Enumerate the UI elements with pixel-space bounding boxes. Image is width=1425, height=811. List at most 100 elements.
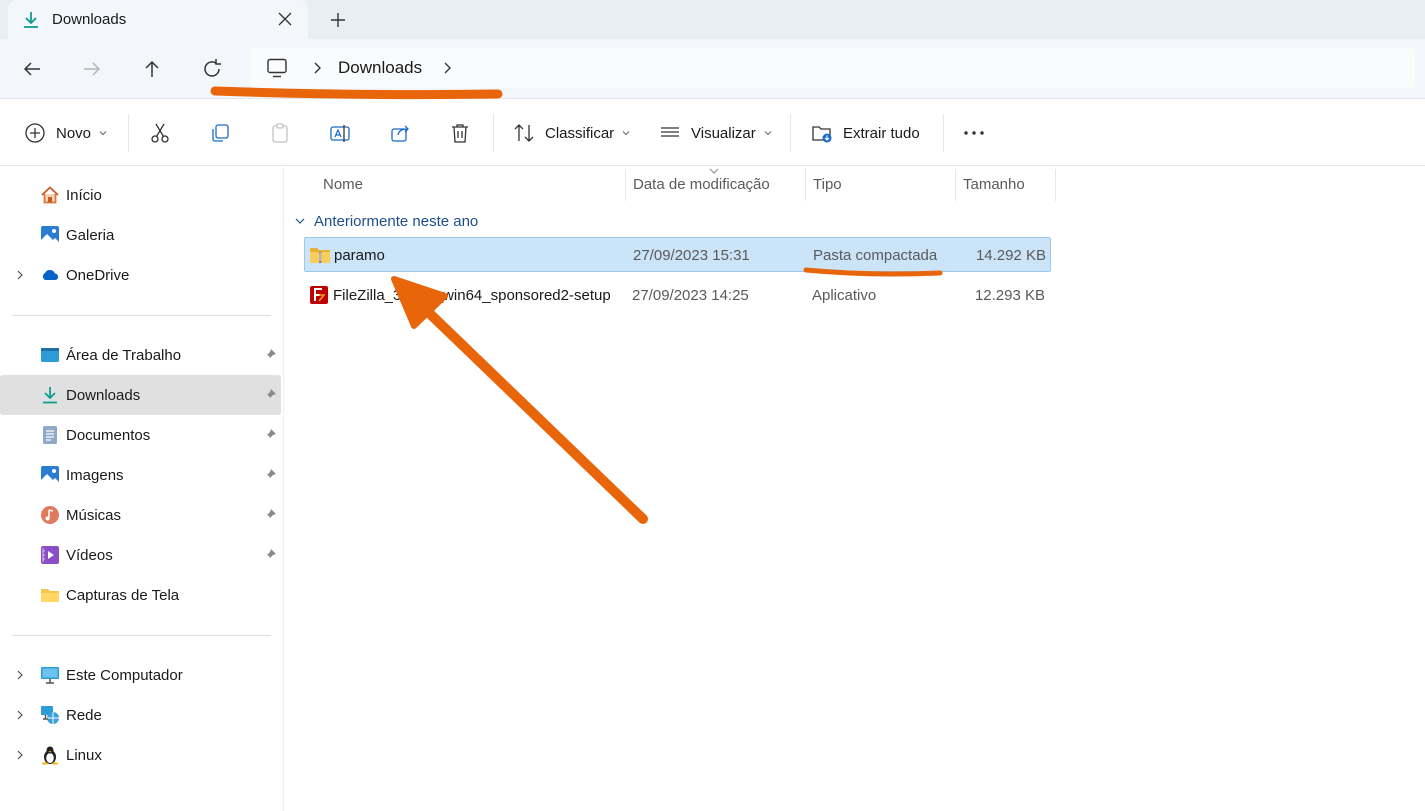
- pin-icon[interactable]: [263, 388, 277, 402]
- sidebar-item-label: Downloads: [66, 386, 141, 404]
- column-separator[interactable]: [1055, 169, 1056, 201]
- file-row[interactable]: paramo 27/09/2023 15:31 Pasta compactada…: [304, 237, 1051, 272]
- toolbar-divider: [128, 114, 129, 152]
- new-button[interactable]: Novo: [24, 121, 107, 145]
- videos-icon: [41, 546, 59, 564]
- plus-circle-icon: [25, 123, 45, 143]
- column-header-size[interactable]: Tamanho: [963, 167, 1025, 201]
- sidebar-divider: [12, 315, 271, 316]
- chevron-right-icon[interactable]: [310, 61, 324, 75]
- cut-button[interactable]: [149, 121, 171, 145]
- sidebar-item-network[interactable]: Rede: [0, 695, 281, 735]
- file-type: Pasta compactada: [813, 247, 938, 264]
- pin-icon[interactable]: [263, 348, 277, 362]
- sidebar-item-label: Galeria: [66, 226, 115, 244]
- desktop-icon: [41, 348, 59, 362]
- computer-icon: [41, 667, 59, 684]
- new-tab-icon[interactable]: [328, 10, 348, 30]
- file-modified: 27/09/2023 14:25: [632, 287, 749, 304]
- view-label: Visualizar: [691, 124, 756, 142]
- sort-button[interactable]: Classificar: [513, 121, 630, 145]
- zip-folder-icon: [310, 248, 330, 263]
- more-button[interactable]: [963, 121, 985, 145]
- share-button[interactable]: [389, 121, 411, 145]
- sidebar-item-screenshots[interactable]: Capturas de Tela: [0, 575, 281, 615]
- sidebar-item-desktop[interactable]: Área de Trabalho: [0, 335, 281, 375]
- toolbar-divider: [790, 114, 791, 152]
- view-list-icon: [661, 127, 679, 137]
- pin-icon[interactable]: [263, 548, 277, 562]
- file-type: Aplicativo: [812, 287, 877, 304]
- home-icon: [41, 186, 59, 204]
- tab-downloads[interactable]: Downloads: [8, 0, 308, 39]
- rename-icon: [330, 125, 350, 142]
- file-list: Nome Data de modificação Tipo Tamanho An…: [284, 167, 1425, 811]
- back-icon[interactable]: [20, 57, 44, 81]
- toolbar-divider: [943, 114, 944, 152]
- close-icon[interactable]: [276, 10, 294, 28]
- view-button[interactable]: Visualizar: [659, 121, 772, 145]
- sidebar-item-label: Capturas de Tela: [66, 586, 180, 604]
- pin-icon[interactable]: [263, 508, 277, 522]
- tab-bar: Downloads: [0, 0, 1425, 39]
- documents-icon: [43, 426, 57, 444]
- address-row: Downloads: [0, 39, 1425, 99]
- sidebar-item-documents[interactable]: Documentos: [0, 415, 281, 455]
- chevron-right-icon[interactable]: [440, 61, 454, 75]
- pin-icon[interactable]: [263, 428, 277, 442]
- downloads-icon: [43, 387, 57, 404]
- sidebar-item-label: Área de Trabalho: [66, 346, 182, 364]
- sidebar-item-onedrive[interactable]: OneDrive: [0, 255, 281, 295]
- column-header-type[interactable]: Tipo: [813, 167, 842, 201]
- chevron-right-icon[interactable]: [14, 669, 26, 681]
- file-name: paramo: [334, 247, 385, 264]
- gallery-icon: [41, 226, 59, 244]
- pictures-icon: [41, 466, 59, 484]
- sidebar-item-linux[interactable]: Linux: [0, 735, 281, 775]
- sidebar-item-this-pc[interactable]: Este Computador: [0, 655, 281, 695]
- column-header-modified[interactable]: Data de modificação: [633, 167, 770, 201]
- sidebar-item-label: OneDrive: [66, 266, 130, 284]
- music-icon: [41, 506, 59, 524]
- sidebar-item-downloads[interactable]: Downloads: [0, 375, 281, 415]
- paste-icon: [272, 123, 288, 143]
- sidebar-divider: [12, 635, 271, 636]
- column-header-name[interactable]: Nome: [323, 167, 363, 201]
- sidebar-item-gallery[interactable]: Galeria: [0, 215, 281, 255]
- extract-all-button[interactable]: Extrair tudo: [811, 121, 920, 145]
- sidebar-item-pictures[interactable]: Imagens: [0, 455, 281, 495]
- up-icon[interactable]: [140, 57, 164, 81]
- sidebar-item-home[interactable]: Início: [0, 175, 281, 215]
- sidebar-item-music[interactable]: Músicas: [0, 495, 281, 535]
- file-row[interactable]: FileZilla_3.65.1_win64_sponsored2-setup …: [304, 278, 1051, 313]
- group-header[interactable]: Anteriormente neste ano: [294, 211, 478, 231]
- forward-icon[interactable]: [80, 57, 104, 81]
- column-separator[interactable]: [625, 169, 626, 201]
- navigation-pane: Início Galeria OneDrive Área de Trabalho…: [0, 167, 284, 811]
- chevron-down-icon: [99, 131, 107, 136]
- paste-button[interactable]: [269, 121, 291, 145]
- extract-all-label: Extrair tudo: [843, 124, 920, 142]
- folder-icon: [41, 589, 59, 602]
- rename-button[interactable]: [329, 121, 351, 145]
- sidebar-item-label: Início: [66, 186, 102, 204]
- refresh-icon[interactable]: [200, 57, 224, 81]
- linux-icon: [42, 746, 58, 765]
- column-separator[interactable]: [805, 169, 806, 201]
- chevron-right-icon[interactable]: [14, 709, 26, 721]
- toolbar-divider: [493, 114, 494, 152]
- file-modified: 27/09/2023 15:31: [633, 247, 750, 264]
- chevron-down-icon: [295, 218, 305, 224]
- pin-icon[interactable]: [263, 468, 277, 482]
- copy-button[interactable]: [209, 121, 231, 145]
- address-bar[interactable]: Downloads: [250, 48, 1415, 88]
- chevron-right-icon[interactable]: [14, 269, 26, 281]
- share-icon: [391, 125, 409, 142]
- sidebar-item-videos[interactable]: Vídeos: [0, 535, 281, 575]
- delete-button[interactable]: [449, 121, 471, 145]
- column-separator[interactable]: [955, 169, 956, 201]
- new-label: Novo: [56, 124, 92, 142]
- network-icon: [41, 706, 59, 724]
- chevron-right-icon[interactable]: [14, 749, 26, 761]
- breadcrumb-downloads[interactable]: Downloads: [338, 58, 422, 78]
